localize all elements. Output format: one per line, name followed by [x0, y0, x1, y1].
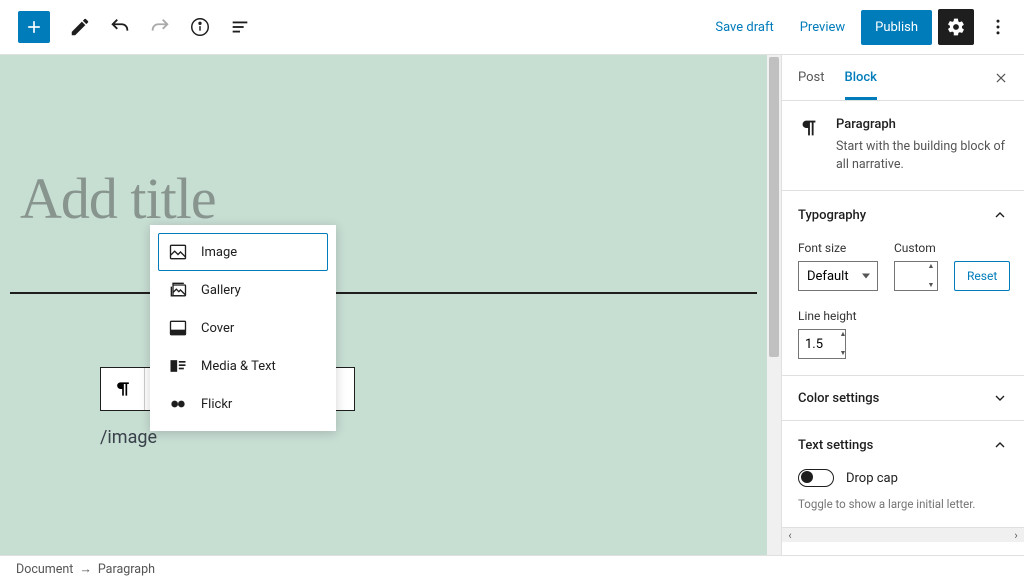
edit-mode-button[interactable] [62, 9, 98, 45]
block-description: Start with the building block of all nar… [836, 138, 1008, 174]
reset-font-button[interactable]: Reset [954, 261, 1010, 291]
sidebar-horizontal-scrollbar[interactable]: ‹ › [782, 527, 1024, 542]
quick-inserter-popover: Image Gallery Cover [150, 225, 336, 431]
inserter-item-label: Media & Text [201, 359, 276, 374]
undo-icon [109, 16, 131, 38]
redo-icon [149, 16, 171, 38]
cover-icon [167, 317, 189, 339]
block-name: Paragraph [836, 117, 1008, 132]
color-settings-heading: Color settings [798, 391, 879, 406]
gear-icon [946, 17, 966, 37]
close-sidebar-button[interactable] [994, 71, 1008, 85]
toolbar-right-group: Save draft Preview Publish [705, 9, 1016, 45]
sidebar-tabs: Post Block [782, 55, 1024, 101]
chevron-up-icon [992, 437, 1008, 453]
block-type-button[interactable] [101, 368, 145, 410]
canvas-scrollbar[interactable] [767, 55, 781, 555]
editor-canvas[interactable]: Add title Image [0, 55, 767, 555]
info-button[interactable] [182, 9, 218, 45]
post-title-placeholder[interactable]: Add title [0, 55, 767, 232]
media-text-icon [167, 355, 189, 377]
scroll-right-arrow[interactable]: › [1008, 529, 1024, 542]
save-draft-button[interactable]: Save draft [705, 12, 783, 43]
text-settings-toggle[interactable]: Text settings [798, 437, 1008, 453]
inserter-item-label: Cover [201, 321, 234, 336]
canvas-wrap: Add title Image [0, 55, 781, 555]
toolbar-left-group [8, 9, 258, 45]
preview-button[interactable]: Preview [790, 12, 855, 43]
inserter-item-label: Image [201, 245, 237, 260]
font-size-select[interactable]: Default [798, 261, 878, 291]
chevron-up-icon [992, 207, 1008, 223]
inserter-item-label: Flickr [201, 397, 232, 412]
pencil-icon [69, 16, 91, 38]
line-height-label: Line height [798, 309, 1008, 323]
breadcrumb-separator: → [79, 562, 92, 577]
image-icon [167, 241, 189, 263]
publish-button[interactable]: Publish [861, 10, 932, 45]
custom-font-label: Custom [894, 241, 938, 255]
font-size-label: Font size [798, 241, 878, 255]
drop-cap-toggle[interactable] [798, 469, 834, 487]
paragraph-icon [798, 117, 820, 174]
typography-heading: Typography [798, 208, 866, 223]
block-description-section: Paragraph Start with the building block … [782, 101, 1024, 191]
close-icon [994, 71, 1008, 85]
inserter-item-flickr[interactable]: Flickr [158, 385, 328, 423]
chevron-down-icon [992, 390, 1008, 406]
drop-cap-hint: Toggle to show a large initial letter. [798, 497, 1008, 511]
paragraph-icon [113, 379, 133, 399]
more-menu-button[interactable] [980, 9, 1016, 45]
breadcrumb-footer: Document → Paragraph [0, 555, 1024, 583]
main-area: Add title Image [0, 55, 1024, 555]
text-settings-panel: Text settings Drop cap Toggle to show a … [782, 421, 1024, 527]
text-settings-heading: Text settings [798, 438, 873, 453]
undo-button[interactable] [102, 9, 138, 45]
settings-button[interactable] [938, 9, 974, 45]
outline-button[interactable] [222, 9, 258, 45]
top-toolbar: Save draft Preview Publish [0, 0, 1024, 55]
list-view-icon [229, 16, 251, 38]
color-settings-panel: Color settings [782, 376, 1024, 421]
tab-post[interactable]: Post [798, 56, 825, 100]
flickr-icon [167, 393, 189, 415]
scroll-left-arrow[interactable]: ‹ [782, 529, 798, 542]
inserter-item-image[interactable]: Image [158, 233, 328, 271]
breadcrumb-document[interactable]: Document [16, 562, 73, 577]
tab-block[interactable]: Block [845, 56, 877, 100]
plus-icon [24, 17, 44, 37]
gallery-icon [167, 279, 189, 301]
drop-cap-label: Drop cap [846, 471, 898, 486]
inserter-item-media-text[interactable]: Media & Text [158, 347, 328, 385]
add-block-button[interactable] [18, 11, 50, 43]
info-icon [189, 16, 211, 38]
inserter-item-cover[interactable]: Cover [158, 309, 328, 347]
paragraph-slash-input[interactable]: /image [100, 427, 157, 448]
title-separator [10, 292, 757, 294]
kebab-icon [988, 17, 1008, 37]
inserter-item-gallery[interactable]: Gallery [158, 271, 328, 309]
redo-button[interactable] [142, 9, 178, 45]
inserter-item-label: Gallery [201, 283, 241, 298]
typography-toggle[interactable]: Typography [798, 207, 1008, 223]
settings-sidebar: Post Block Paragraph Start with the buil… [781, 55, 1024, 555]
breadcrumb-paragraph[interactable]: Paragraph [98, 562, 155, 577]
typography-panel: Typography Font size Default Custom [782, 191, 1024, 376]
color-settings-toggle[interactable]: Color settings [798, 390, 1008, 406]
